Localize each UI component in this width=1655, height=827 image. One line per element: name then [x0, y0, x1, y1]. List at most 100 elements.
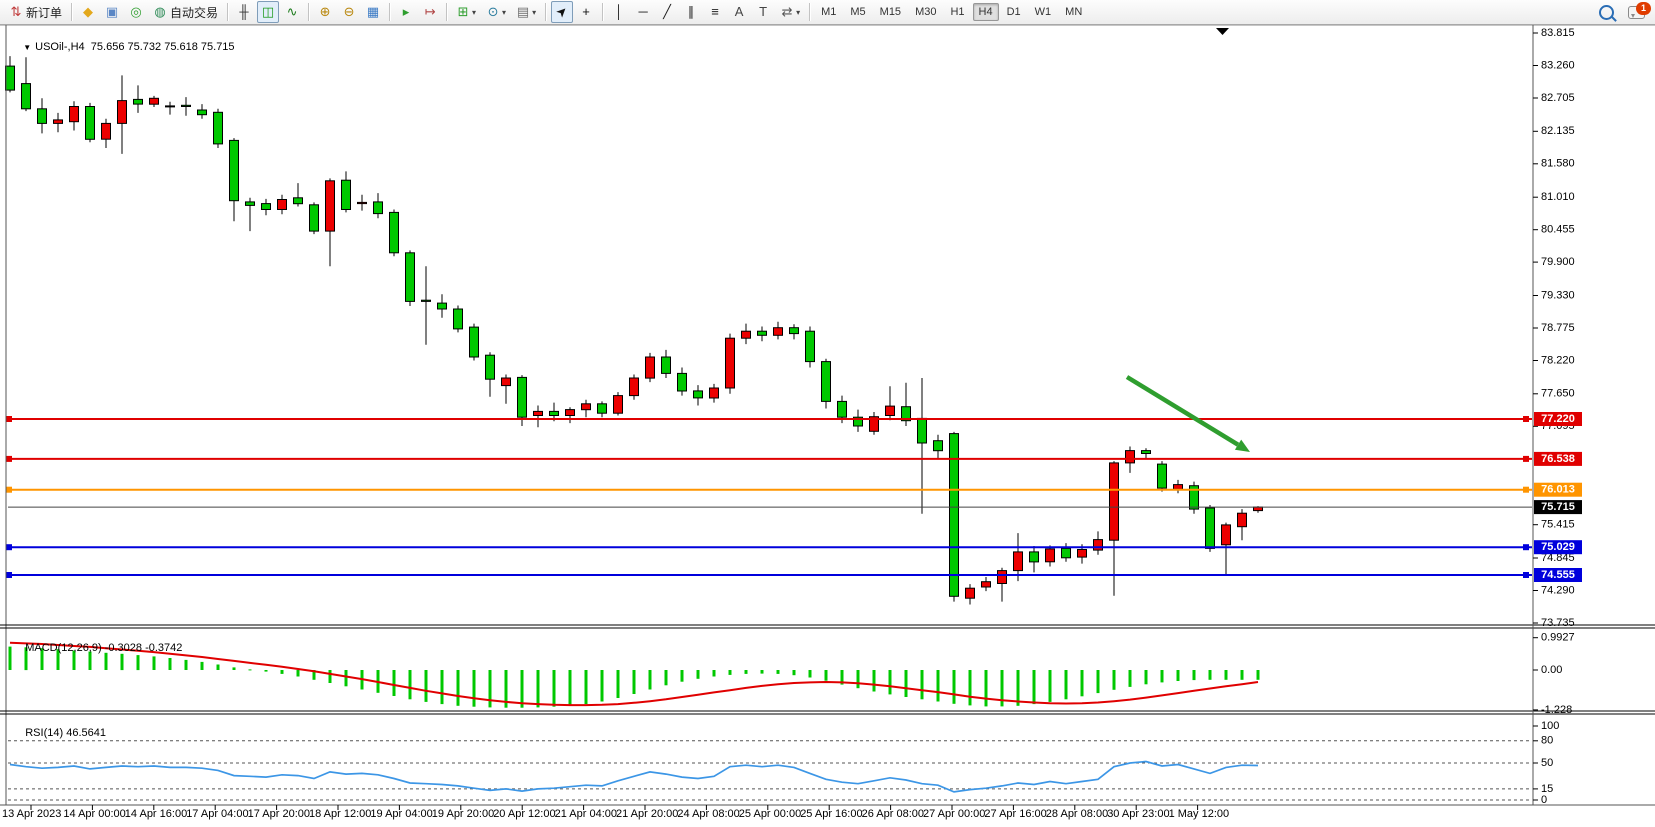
horizontal-line-icon[interactable]: ─ — [632, 1, 654, 23]
fibonacci-icon: ≡ — [708, 2, 722, 22]
text-icon[interactable]: A — [728, 1, 750, 23]
candle-body — [118, 101, 127, 124]
auto-scroll-icon[interactable]: ▸ — [395, 1, 417, 23]
cursor-icon: ➤ — [550, 0, 574, 24]
label-icon[interactable]: T — [752, 1, 774, 23]
periodicity-icon[interactable]: ⊙▾ — [482, 1, 510, 23]
timeframe-m5[interactable]: M5 — [844, 3, 871, 21]
new-order-button[interactable]: ⇅新订单 — [5, 1, 66, 23]
timeframe-m15[interactable]: M15 — [874, 3, 907, 21]
axis-label: 83.815 — [1541, 27, 1575, 39]
auto-trading-icon: ◍ — [153, 2, 167, 22]
candle-body — [342, 180, 351, 209]
macd-histogram-bar — [121, 654, 124, 670]
macd-histogram-bar — [457, 670, 460, 706]
trendline-icon[interactable]: ╱ — [656, 1, 678, 23]
zoom-out-icon[interactable]: ⊖ — [338, 1, 360, 23]
timeframe-h4[interactable]: H4 — [973, 3, 999, 21]
macd-histogram-bar — [521, 670, 524, 708]
line-chart-icon[interactable]: ∿ — [281, 1, 303, 23]
tile-windows-icon: ▦ — [366, 2, 380, 22]
notifications-icon[interactable]: 1 — [1628, 6, 1645, 19]
candle-body — [1238, 513, 1247, 527]
candle-body — [1206, 508, 1215, 548]
candle-body — [550, 411, 559, 415]
candle-body — [294, 198, 303, 204]
mt4-window: 83.81583.26082.70582.13581.58081.01080.4… — [0, 0, 1655, 827]
timeframe-d1[interactable]: D1 — [1001, 3, 1027, 21]
timeframe-w1[interactable]: W1 — [1029, 3, 1058, 21]
chevron-down-icon[interactable]: ▾ — [796, 8, 800, 17]
ohlc-bars-icon[interactable]: ╫ — [233, 1, 255, 23]
candle-body — [982, 582, 991, 587]
axis-label: 0 — [1541, 794, 1547, 806]
candle-body — [758, 331, 767, 335]
zoom-in-icon[interactable]: ⊕ — [314, 1, 336, 23]
market-watch-icon[interactable]: ◆ — [77, 1, 99, 23]
equidistant-channel-icon[interactable]: ∥ — [680, 1, 702, 23]
candle-body — [374, 202, 383, 214]
price-axis-flag-76.538: 76.538 — [1534, 452, 1582, 466]
price-axis-flag-77.220: 77.220 — [1534, 412, 1582, 426]
candle-body — [198, 110, 207, 115]
candle-body — [486, 355, 495, 379]
templates-icon[interactable]: ▤▾ — [512, 1, 540, 23]
axis-label: 78.775 — [1541, 322, 1575, 334]
new-chart-icon[interactable]: ⊞▾ — [452, 1, 480, 23]
time-axis-label: 25 Apr 16:00 — [800, 808, 862, 820]
macd-histogram-bar — [857, 670, 860, 688]
time-axis-label: 28 Apr 08:00 — [1046, 808, 1108, 820]
candlestick-icon[interactable]: ◫ — [257, 1, 279, 23]
toolbar-separator — [602, 3, 603, 21]
axis-label: 81.010 — [1541, 191, 1575, 203]
macd-histogram-bar — [1145, 670, 1148, 684]
time-axis-label: 24 Apr 08:00 — [677, 808, 739, 820]
macd-histogram-bar — [217, 665, 220, 671]
arrows-icon[interactable]: ⇄▾ — [776, 1, 804, 23]
crosshair-icon[interactable]: + — [575, 1, 597, 23]
candle-body — [1094, 540, 1103, 551]
timeframe-m30[interactable]: M30 — [909, 3, 942, 21]
candle-body — [22, 84, 31, 109]
candle-body — [1174, 485, 1183, 490]
signals-icon[interactable]: ◎ — [125, 1, 147, 23]
tile-windows-icon[interactable]: ▦ — [362, 1, 384, 23]
candle-body — [6, 66, 15, 90]
chevron-down-icon[interactable]: ▾ — [472, 8, 476, 17]
macd-histogram-bar — [713, 670, 716, 677]
market-watch-icon: ◆ — [81, 2, 95, 22]
line-endpoint — [6, 416, 12, 422]
vertical-line-icon[interactable]: │ — [608, 1, 630, 23]
auto-trading-button[interactable]: ◍自动交易 — [149, 1, 222, 23]
axis-label: -1.228 — [1541, 704, 1572, 716]
data-window-icon[interactable]: ▣ — [101, 1, 123, 23]
time-axis[interactable]: 13 Apr 202314 Apr 00:0014 Apr 16:0017 Ap… — [2, 805, 1229, 820]
chart-shift-icon[interactable]: ↦ — [419, 1, 441, 23]
search-icon[interactable] — [1599, 5, 1614, 20]
timeframe-m1[interactable]: M1 — [815, 3, 842, 21]
candle-body — [502, 378, 511, 386]
chevron-down-icon[interactable]: ▾ — [532, 8, 536, 17]
timeframe-mn[interactable]: MN — [1059, 3, 1088, 21]
candle-body — [230, 140, 239, 200]
price-flag-text: 77.220 — [1541, 413, 1575, 425]
candle-body — [54, 120, 63, 124]
line-endpoint — [1523, 456, 1529, 462]
macd-histogram-bar — [1033, 670, 1036, 704]
toolbar-separator — [446, 3, 447, 21]
candle — [310, 202, 319, 234]
fibonacci-icon[interactable]: ≡ — [704, 1, 726, 23]
candle-body — [1062, 548, 1071, 557]
candle-body — [214, 112, 223, 144]
candle-body — [70, 107, 79, 122]
chevron-down-icon[interactable]: ▾ — [502, 8, 506, 17]
timeframe-h1[interactable]: H1 — [944, 3, 970, 21]
data-window-icon: ▣ — [105, 2, 119, 22]
candle — [726, 334, 735, 394]
macd-histogram-bar — [953, 670, 956, 704]
candle-body — [1126, 451, 1135, 463]
macd-histogram-bar — [1193, 670, 1196, 680]
candle — [950, 432, 959, 602]
cursor-icon[interactable]: ➤ — [551, 1, 573, 23]
candle — [454, 306, 463, 333]
